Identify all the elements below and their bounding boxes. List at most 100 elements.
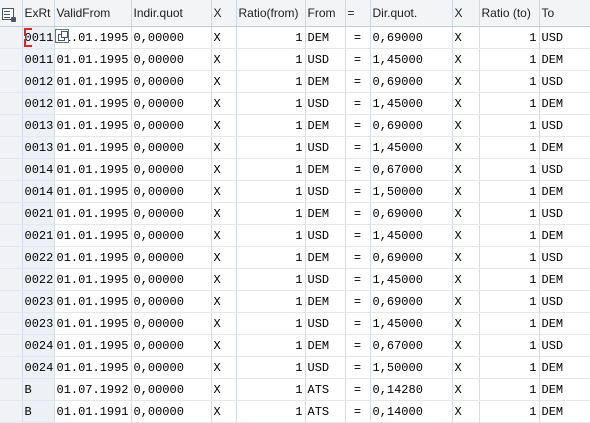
cell-valid-from[interactable]: 01.01.1995 bbox=[54, 290, 132, 313]
cell-ratio-to[interactable]: 1 bbox=[479, 224, 540, 247]
cell-from-currency[interactable]: ATS bbox=[305, 378, 346, 401]
cell-exrt[interactable]: 0022 bbox=[22, 268, 55, 291]
cell-from-currency[interactable]: DEM bbox=[305, 334, 346, 357]
cell-to-currency[interactable]: DEM bbox=[539, 92, 590, 115]
cell-x-direct[interactable]: X bbox=[452, 334, 480, 357]
cell-from-currency[interactable]: USD bbox=[305, 312, 346, 335]
column-header-valid-from[interactable]: ValidFrom bbox=[54, 0, 132, 27]
cell-x-indirect[interactable]: X bbox=[211, 312, 237, 335]
table-row[interactable]: 0011 01.01.1995 0,00000 X 1 DEM = 0,69000 X 1 USD bbox=[0, 26, 590, 49]
cell-exrt[interactable]: 0011 bbox=[22, 26, 55, 49]
cell-dir-quot[interactable]: 0,69000 bbox=[370, 202, 453, 225]
column-header-to[interactable]: To bbox=[539, 0, 590, 27]
cell-x-indirect[interactable]: X bbox=[211, 334, 237, 357]
column-header-from[interactable]: From bbox=[305, 0, 346, 27]
cell-x-indirect[interactable]: X bbox=[211, 268, 237, 291]
cell-ratio-from[interactable]: 1 bbox=[236, 356, 306, 379]
cell-x-direct[interactable]: X bbox=[452, 136, 480, 159]
cell-x-direct[interactable]: X bbox=[452, 92, 480, 115]
cell-valid-from[interactable]: 01.01.1995 bbox=[54, 334, 132, 357]
cell-from-currency[interactable]: DEM bbox=[305, 26, 346, 49]
cell-ratio-from[interactable]: 1 bbox=[236, 136, 306, 159]
cell-valid-from[interactable]: 01.01.1995 bbox=[54, 136, 132, 159]
cell-x-direct[interactable]: X bbox=[452, 70, 480, 93]
cell-ratio-from[interactable]: 1 bbox=[236, 114, 306, 137]
cell-dir-quot[interactable]: 0,69000 bbox=[370, 246, 453, 269]
table-row[interactable]: 0014 01.01.1995 0,00000 X 1 USD = 1,50000 X 1 DEM bbox=[0, 180, 590, 203]
column-header-equals[interactable]: = bbox=[345, 0, 371, 27]
cell-x-indirect[interactable]: X bbox=[211, 290, 237, 313]
cell-dir-quot[interactable]: 1,45000 bbox=[370, 136, 453, 159]
cell-ratio-from[interactable]: 1 bbox=[236, 400, 306, 423]
cell-valid-from[interactable]: 01.01.1991 bbox=[54, 400, 132, 423]
row-selector[interactable] bbox=[0, 202, 23, 225]
cell-x-indirect[interactable]: X bbox=[211, 48, 237, 71]
cell-exrt[interactable]: 0024 bbox=[22, 356, 55, 379]
row-selector[interactable] bbox=[0, 26, 23, 49]
cell-ratio-from[interactable]: 1 bbox=[236, 290, 306, 313]
cell-indir-quot[interactable]: 0,00000 bbox=[131, 70, 212, 93]
cell-x-indirect[interactable]: X bbox=[211, 400, 237, 423]
cell-indir-quot[interactable]: 0,00000 bbox=[131, 356, 212, 379]
cell-indir-quot[interactable]: 0,00000 bbox=[131, 158, 212, 181]
cell-x-indirect[interactable]: X bbox=[211, 92, 237, 115]
cell-dir-quot[interactable]: 1,50000 bbox=[370, 356, 453, 379]
table-row[interactable]: B 01.01.1991 0,00000 X 1 ATS = 0,14000 X 1 DEM bbox=[0, 400, 590, 423]
cell-x-indirect[interactable]: X bbox=[211, 136, 237, 159]
cell-from-currency[interactable]: ATS bbox=[305, 400, 346, 423]
cell-from-currency[interactable]: USD bbox=[305, 224, 346, 247]
cell-x-indirect[interactable]: X bbox=[211, 26, 237, 49]
row-selector[interactable] bbox=[0, 224, 23, 247]
column-header-indir-quot[interactable]: Indir.quot bbox=[131, 0, 212, 27]
cell-indir-quot[interactable]: 0,00000 bbox=[131, 246, 212, 269]
cell-ratio-to[interactable]: 1 bbox=[479, 400, 540, 423]
cell-ratio-to[interactable]: 1 bbox=[479, 334, 540, 357]
cell-indir-quot[interactable]: 0,00000 bbox=[131, 312, 212, 335]
cell-exrt[interactable]: 0011 bbox=[22, 48, 55, 71]
table-row[interactable]: B 01.07.1992 0,00000 X 1 ATS = 0,14280 X 1 DEM bbox=[0, 378, 590, 401]
cell-indir-quot[interactable]: 0,00000 bbox=[131, 92, 212, 115]
cell-to-currency[interactable]: USD bbox=[539, 70, 590, 93]
cell-dir-quot[interactable]: 1,45000 bbox=[370, 268, 453, 291]
row-selector[interactable] bbox=[0, 136, 23, 159]
cell-valid-from[interactable]: 01.07.1992 bbox=[54, 378, 132, 401]
cell-dir-quot[interactable]: 0,14280 bbox=[370, 378, 453, 401]
cell-exrt[interactable]: B bbox=[22, 378, 55, 401]
cell-ratio-to[interactable]: 1 bbox=[479, 180, 540, 203]
cell-ratio-from[interactable]: 1 bbox=[236, 224, 306, 247]
cell-valid-from[interactable]: 01.01.1995 bbox=[54, 312, 132, 335]
cell-exrt[interactable]: 0023 bbox=[22, 290, 55, 313]
cell-ratio-from[interactable]: 1 bbox=[236, 158, 306, 181]
cell-exrt[interactable]: 0014 bbox=[22, 180, 55, 203]
cell-x-indirect[interactable]: X bbox=[211, 356, 237, 379]
column-header-ratio-to[interactable]: Ratio (to) bbox=[479, 0, 540, 27]
cell-exrt[interactable]: 0013 bbox=[22, 136, 55, 159]
cell-valid-from[interactable]: 01.01.1995 bbox=[54, 158, 132, 181]
cell-dir-quot[interactable]: 1,50000 bbox=[370, 180, 453, 203]
cell-ratio-from[interactable]: 1 bbox=[236, 70, 306, 93]
cell-indir-quot[interactable]: 0,00000 bbox=[131, 48, 212, 71]
cell-ratio-to[interactable]: 1 bbox=[479, 356, 540, 379]
cell-valid-from[interactable]: 01.01.1995 bbox=[54, 356, 132, 379]
row-selector[interactable] bbox=[0, 246, 23, 269]
cell-exrt[interactable]: 0021 bbox=[22, 202, 55, 225]
cell-ratio-to[interactable]: 1 bbox=[479, 290, 540, 313]
cell-to-currency[interactable]: DEM bbox=[539, 180, 590, 203]
cell-from-currency[interactable]: USD bbox=[305, 180, 346, 203]
cell-ratio-from[interactable]: 1 bbox=[236, 202, 306, 225]
cell-exrt[interactable]: 0014 bbox=[22, 158, 55, 181]
cell-valid-from[interactable]: 01.01.1995 bbox=[54, 180, 132, 203]
cell-ratio-from[interactable]: 1 bbox=[236, 268, 306, 291]
cell-dir-quot[interactable]: 1,45000 bbox=[370, 48, 453, 71]
cell-ratio-to[interactable]: 1 bbox=[479, 48, 540, 71]
cell-x-direct[interactable]: X bbox=[452, 26, 480, 49]
row-selector[interactable] bbox=[0, 356, 23, 379]
column-header-dir-quot[interactable]: Dir.quot. bbox=[370, 0, 453, 27]
row-selector[interactable] bbox=[0, 158, 23, 181]
table-row[interactable]: 0023 01.01.1995 0,00000 X 1 DEM = 0,69000 X 1 USD bbox=[0, 290, 590, 313]
cell-to-currency[interactable]: USD bbox=[539, 202, 590, 225]
cell-ratio-from[interactable]: 1 bbox=[236, 378, 306, 401]
cell-ratio-to[interactable]: 1 bbox=[479, 246, 540, 269]
cell-valid-from[interactable]: 01.01.1995 bbox=[54, 114, 132, 137]
table-row[interactable]: 0021 01.01.1995 0,00000 X 1 USD = 1,45000 X 1 DEM bbox=[0, 224, 590, 247]
